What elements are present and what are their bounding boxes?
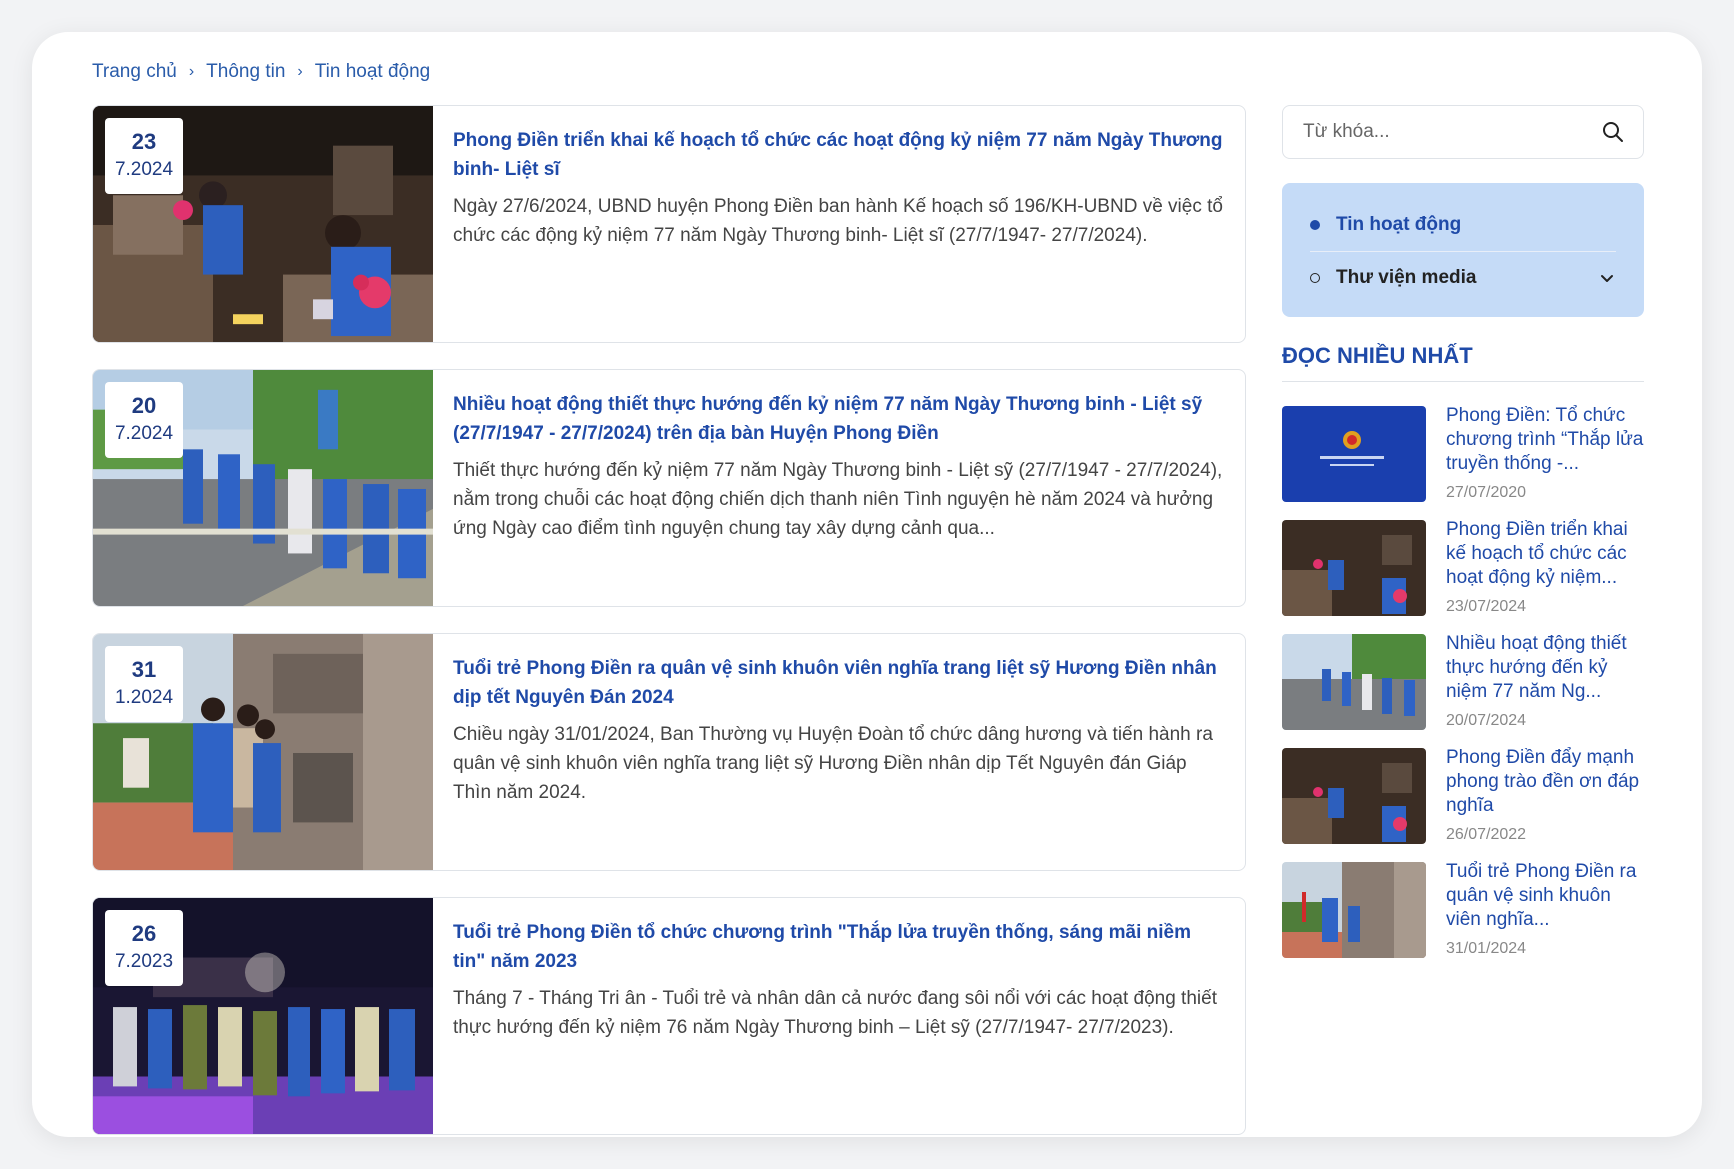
date-month-year: 1.2024	[114, 687, 174, 708]
article-title[interactable]: Tuổi trẻ Phong Điền ra quân vệ sinh khuô…	[453, 654, 1225, 712]
category-item-thu-vien-media[interactable]: Thư viện media	[1310, 251, 1616, 303]
popular-thumbnail[interactable]	[1282, 520, 1426, 616]
memorial-shrine-photo	[1282, 862, 1426, 958]
popular-date: 20/07/2024	[1446, 712, 1527, 729]
date-day: 31	[131, 657, 157, 682]
date-day: 26	[131, 921, 157, 946]
article-title[interactable]: Tuổi trẻ Phong Điền tổ chức chương trình…	[453, 918, 1225, 976]
popular-item[interactable]: Nhiều hoạt động thiết thực hướng đến kỷ …	[1282, 632, 1644, 746]
article-thumbnail[interactable]: 31 1.2024	[93, 634, 433, 870]
popular-date: 31/01/2024	[1446, 940, 1527, 957]
popular-info: Tuổi trẻ Phong Điền ra quân vệ sinh khuô…	[1446, 860, 1644, 974]
page-frame: Trang chủ › Thông tin › Tin hoạt động 23…	[32, 32, 1702, 1137]
popular-item[interactable]: Tuổi trẻ Phong Điền ra quân vệ sinh khuô…	[1282, 860, 1644, 974]
popular-list: Phong Điền: Tổ chức chương trình “Thắp l…	[1282, 404, 1644, 974]
popular-title[interactable]: Tuổi trẻ Phong Điền ra quân vệ sinh khuô…	[1446, 860, 1644, 932]
article-card[interactable]: 26 7.2023 Tuổi trẻ Phong Điền tổ chức ch…	[92, 897, 1246, 1135]
breadcrumb-home[interactable]: Trang chủ	[92, 61, 177, 83]
search-input[interactable]	[1303, 121, 1601, 143]
cemetery-photo	[1282, 520, 1426, 616]
article-card[interactable]: 31 1.2024 Tuổi trẻ Phong Điền ra quân vệ…	[92, 633, 1246, 871]
popular-item[interactable]: Phong Điền triển khai kế hoạch tổ chức c…	[1282, 518, 1644, 632]
date-month-year: 7.2024	[114, 423, 174, 444]
popular-title[interactable]: Phong Điền: Tổ chức chương trình “Thắp l…	[1446, 404, 1644, 476]
article-title[interactable]: Nhiều hoạt động thiết thực hướng đến kỷ …	[453, 390, 1225, 448]
article-thumbnail[interactable]: 26 7.2023	[93, 898, 433, 1134]
category-label: Thư viện media	[1336, 266, 1477, 288]
category-item-tin-hoat-dong[interactable]: Tin hoạt động	[1310, 199, 1616, 251]
article-card[interactable]: 20 7.2024 Nhiều hoạt động thiết thực hướ…	[92, 369, 1246, 607]
breadcrumb-info[interactable]: Thông tin	[206, 61, 285, 83]
popular-heading: ĐỌC NHIỀU NHẤT	[1282, 343, 1644, 382]
chevron-right-icon: ›	[297, 63, 303, 80]
article-summary: Chiều ngày 31/01/2024, Ban Thường vụ Huy…	[453, 724, 1213, 803]
popular-title[interactable]: Nhiều hoạt động thiết thực hướng đến kỷ …	[1446, 632, 1644, 704]
date-month-year: 7.2024	[114, 159, 174, 180]
article-body: Tuổi trẻ Phong Điền ra quân vệ sinh khuô…	[433, 634, 1245, 870]
popular-title[interactable]: Phong Điền triển khai kế hoạch tổ chức c…	[1446, 518, 1644, 590]
date-badge: 20 7.2024	[105, 382, 183, 458]
popular-info: Phong Điền triển khai kế hoạch tổ chức c…	[1446, 518, 1644, 632]
popular-date: 27/07/2020	[1446, 484, 1527, 501]
article-card[interactable]: 23 7.2024 Phong Điền triển khai kế hoạch…	[92, 105, 1246, 343]
article-summary: Ngày 27/6/2024, UBND huyện Phong Điền ba…	[453, 196, 1223, 246]
breadcrumb-current[interactable]: Tin hoạt động	[315, 61, 431, 83]
category-menu: Tin hoạt động Thư viện media	[1282, 183, 1644, 317]
breadcrumb: Trang chủ › Thông tin › Tin hoạt động	[92, 54, 430, 90]
popular-item[interactable]: Phong Điền: Tổ chức chương trình “Thắp l…	[1282, 404, 1644, 518]
date-badge: 26 7.2023	[105, 910, 183, 986]
search-icon[interactable]	[1601, 120, 1625, 144]
date-day: 20	[131, 393, 157, 418]
sidebar: Tin hoạt động Thư viện media ĐỌC NHIỀU N…	[1282, 105, 1644, 974]
category-label: Tin hoạt động	[1336, 214, 1462, 235]
article-summary: Tháng 7 - Tháng Tri ân - Tuổi trẻ và nhâ…	[453, 988, 1217, 1038]
article-list: 23 7.2024 Phong Điền triển khai kế hoạch…	[92, 105, 1246, 1137]
popular-thumbnail[interactable]	[1282, 748, 1426, 844]
popular-item[interactable]: Phong Điền đẩy mạnh phong trào đền ơn đá…	[1282, 746, 1644, 860]
article-thumbnail[interactable]: 23 7.2024	[93, 106, 433, 342]
date-badge: 23 7.2024	[105, 118, 183, 194]
article-body: Tuổi trẻ Phong Điền tổ chức chương trình…	[433, 898, 1245, 1134]
date-badge: 31 1.2024	[105, 646, 183, 722]
popular-info: Nhiều hoạt động thiết thực hướng đến kỷ …	[1446, 632, 1644, 746]
article-thumbnail[interactable]: 20 7.2024	[93, 370, 433, 606]
popular-title[interactable]: Phong Điền đẩy mạnh phong trào đền ơn đá…	[1446, 746, 1644, 818]
popular-date: 26/07/2022	[1446, 826, 1527, 843]
popular-info: Phong Điền: Tổ chức chương trình “Thắp l…	[1446, 404, 1644, 518]
cemetery-photo	[1282, 748, 1426, 844]
article-body: Nhiều hoạt động thiết thực hướng đến kỷ …	[433, 370, 1245, 606]
popular-thumbnail[interactable]	[1282, 406, 1426, 502]
popular-info: Phong Điền đẩy mạnh phong trào đền ơn đá…	[1446, 746, 1644, 860]
street-cleanup-photo	[1282, 634, 1426, 730]
chevron-right-icon: ›	[188, 63, 195, 80]
date-day: 23	[131, 129, 157, 154]
popular-date: 23/07/2024	[1446, 598, 1527, 615]
emblem-banner-image	[1282, 406, 1426, 502]
bullet-outline-icon	[1310, 272, 1320, 283]
popular-thumbnail[interactable]	[1282, 634, 1426, 730]
article-title[interactable]: Phong Điền triển khai kế hoạch tổ chức c…	[453, 126, 1225, 184]
search-box	[1282, 105, 1644, 159]
article-summary: Thiết thực hướng đến kỷ niệm 77 năm Ngày…	[453, 460, 1223, 539]
bullet-filled-icon	[1310, 220, 1320, 230]
chevron-down-icon[interactable]	[1598, 269, 1616, 287]
article-body: Phong Điền triển khai kế hoạch tổ chức c…	[433, 106, 1245, 342]
popular-thumbnail[interactable]	[1282, 862, 1426, 958]
date-month-year: 7.2023	[114, 951, 174, 972]
